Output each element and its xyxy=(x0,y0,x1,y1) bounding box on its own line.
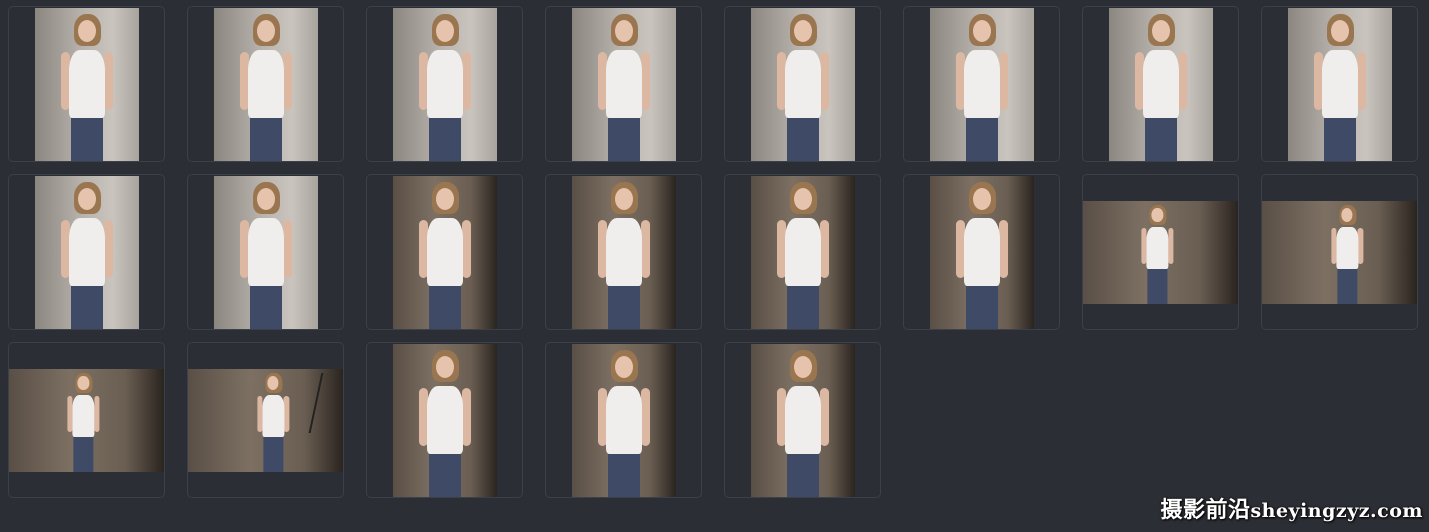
model-figure xyxy=(1139,201,1176,304)
model-figure xyxy=(415,344,475,497)
thumbnail-card[interactable] xyxy=(8,6,165,162)
model-figure xyxy=(952,176,1012,329)
thumbnail-image[interactable] xyxy=(1083,201,1238,304)
watermark-chinese: 摄影前沿 xyxy=(1160,497,1251,523)
thumbnail-card[interactable] xyxy=(724,342,881,498)
model-figure xyxy=(773,8,833,161)
model-figure xyxy=(594,176,654,329)
thumbnail-card[interactable] xyxy=(903,174,1060,330)
model-figure xyxy=(952,8,1012,161)
thumbnail-image[interactable] xyxy=(571,176,676,329)
thumbnail-image[interactable] xyxy=(929,176,1034,329)
model-figure xyxy=(255,369,292,472)
model-figure xyxy=(594,344,654,497)
thumbnail-image[interactable] xyxy=(1287,8,1392,161)
thumbnail-image[interactable] xyxy=(213,8,318,161)
model-figure xyxy=(415,176,475,329)
model-figure xyxy=(236,176,296,329)
thumbnail-card[interactable] xyxy=(1261,6,1418,162)
thumbnail-image[interactable] xyxy=(750,344,855,497)
thumbnail-card[interactable] xyxy=(724,6,881,162)
thumbnail-card[interactable] xyxy=(1082,6,1239,162)
thumbnail-card[interactable] xyxy=(187,174,344,330)
model-figure xyxy=(1131,8,1191,161)
thumbnail-image[interactable] xyxy=(1262,201,1417,304)
thumbnail-image[interactable] xyxy=(392,176,497,329)
model-figure xyxy=(1310,8,1370,161)
thumbnail-image[interactable] xyxy=(213,176,318,329)
thumbnail-image[interactable] xyxy=(392,8,497,161)
thumbnail-card[interactable] xyxy=(1261,174,1418,330)
model-figure xyxy=(65,369,102,472)
thumbnail-card[interactable] xyxy=(545,6,702,162)
thumbnail-grid xyxy=(8,6,1420,498)
thumbnail-image[interactable] xyxy=(1108,8,1213,161)
watermark: 摄影前沿sheyingzyz.com xyxy=(1160,492,1423,524)
thumbnail-image[interactable] xyxy=(9,369,164,472)
thumbnail-image[interactable] xyxy=(392,344,497,497)
thumbnail-card[interactable] xyxy=(187,342,344,498)
thumbnail-image[interactable] xyxy=(34,176,139,329)
model-figure xyxy=(594,8,654,161)
model-figure xyxy=(236,8,296,161)
thumbnail-card[interactable] xyxy=(545,174,702,330)
model-figure xyxy=(773,176,833,329)
thumbnail-card[interactable] xyxy=(8,342,165,498)
thumbnail-card[interactable] xyxy=(8,174,165,330)
model-figure xyxy=(415,8,475,161)
model-figure xyxy=(57,176,117,329)
thumbnail-image[interactable] xyxy=(750,176,855,329)
model-figure xyxy=(773,344,833,497)
thumbnail-card[interactable] xyxy=(1082,174,1239,330)
watermark-url: sheyingzyz.com xyxy=(1250,500,1423,522)
thumbnail-card[interactable] xyxy=(187,6,344,162)
thumbnail-image[interactable] xyxy=(34,8,139,161)
model-figure xyxy=(1329,201,1366,304)
thumbnail-card[interactable] xyxy=(545,342,702,498)
thumbnail-image[interactable] xyxy=(750,8,855,161)
thumbnail-card[interactable] xyxy=(366,174,523,330)
thumbnail-image[interactable] xyxy=(571,344,676,497)
light-stand xyxy=(308,373,343,433)
model-figure xyxy=(57,8,117,161)
thumbnail-card[interactable] xyxy=(366,342,523,498)
thumbnail-image[interactable] xyxy=(188,369,343,472)
thumbnail-image[interactable] xyxy=(929,8,1034,161)
thumbnail-card[interactable] xyxy=(724,174,881,330)
thumbnail-card[interactable] xyxy=(903,6,1060,162)
thumbnail-image[interactable] xyxy=(571,8,676,161)
thumbnail-card[interactable] xyxy=(366,6,523,162)
